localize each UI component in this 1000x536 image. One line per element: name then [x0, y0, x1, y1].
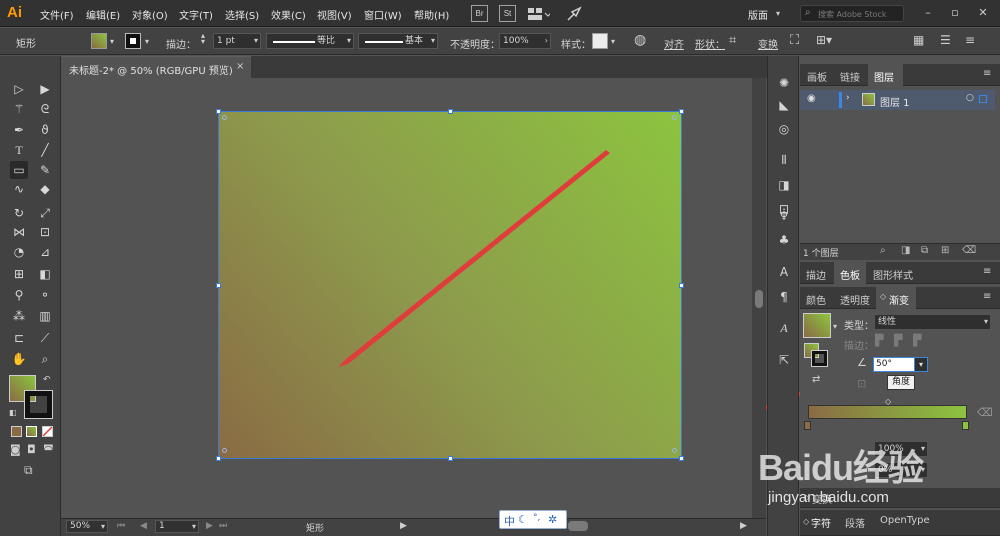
pathfinder-icon[interactable]: ◨ — [776, 177, 792, 193]
gradient-type-label: 类型： — [844, 321, 874, 332]
gradient-preview-swatch[interactable] — [803, 313, 831, 338]
watermark-url: jingyan.baidu.com — [768, 489, 889, 506]
locate-object-icon[interactable]: ⌕ — [880, 245, 886, 256]
appearance-icon[interactable]: ◎ — [776, 121, 792, 137]
gradient-type-select[interactable]: 线性 ▾ — [874, 314, 991, 330]
expand-layer-icon[interactable]: › — [846, 93, 850, 103]
horizontal-scroll-thumb[interactable] — [568, 521, 588, 531]
status-menu-icon[interactable]: ▶ — [400, 521, 407, 531]
aspect-ratio-icon[interactable]: ⊡ — [857, 377, 866, 390]
ime-language-toggle[interactable]: 中 — [504, 513, 515, 529]
symbols-icon[interactable]: ♣ — [776, 232, 792, 248]
ime-moon-icon[interactable]: ☾ — [518, 513, 528, 526]
diagonal-arrow-annotation — [338, 150, 610, 367]
apply-gradient-within-stroke-icon[interactable]: ▛ — [875, 334, 883, 347]
baidu-watermark: Baidu经验 jingyan.baidu.com — [750, 425, 1000, 525]
tab-artboards[interactable]: 画板 — [807, 69, 827, 84]
chevron-down-icon: ▾ — [983, 317, 988, 326]
paragraph-styles-icon[interactable]: ¶ — [776, 289, 792, 305]
tab-links[interactable]: 链接 — [840, 69, 860, 84]
angle-chevron-icon[interactable]: ▾ — [914, 357, 928, 372]
gradient-preset-chevron-icon[interactable]: ▾ — [833, 322, 837, 331]
tab-gradient[interactable]: 渐变 — [889, 292, 909, 307]
character-styles-icon[interactable]: A — [776, 264, 792, 280]
gradient-slider[interactable] — [808, 405, 967, 419]
reverse-gradient-icon[interactable]: ⇄ — [812, 374, 820, 385]
previous-artboard-icon[interactable]: ◀ — [140, 521, 147, 531]
apply-gradient-along-stroke-icon[interactable]: ▛ — [894, 334, 902, 347]
next-artboard-icon[interactable]: ▶ — [206, 521, 213, 531]
scroll-right-icon[interactable]: ▶ — [740, 521, 747, 531]
tab-color[interactable]: 颜色 — [806, 292, 826, 307]
color-panel-icon[interactable]: ◣ — [776, 97, 792, 113]
panel-menu-icon[interactable]: ≡ — [983, 291, 991, 302]
brushes-icon[interactable]: ♆ — [776, 208, 792, 224]
layer-row[interactable]: ◉ › 图层 1 ○ — [800, 90, 995, 110]
ime-toolbar[interactable]: 中 ☾ °, ✲ — [499, 510, 567, 529]
color-guide-icon[interactable]: ✺ — [776, 75, 792, 91]
visibility-eye-icon[interactable]: ◉ — [807, 93, 816, 104]
panel-menu-icon[interactable]: ≡ — [983, 266, 991, 277]
ime-settings-icon[interactable]: ✲ — [548, 513, 557, 526]
zoom-field[interactable]: 50% ▾ — [66, 520, 108, 533]
watermark-brand: Baidu经验 — [758, 447, 924, 488]
stroke-gradient-label: 描边： — [844, 341, 874, 352]
tab-graphic-styles[interactable]: 图形样式 — [873, 267, 913, 282]
gradient-angle-input[interactable]: 50° — [873, 357, 915, 372]
layer-name[interactable]: 图层 1 — [880, 94, 910, 109]
delete-stop-icon[interactable]: ⌫ — [977, 406, 993, 419]
selection-indicator[interactable] — [979, 95, 987, 103]
tab-layers[interactable]: 图层 — [874, 69, 894, 84]
first-artboard-icon[interactable]: ⏮ — [117, 521, 125, 531]
artboard-number-field[interactable]: 1 ▾ — [155, 520, 199, 533]
tab-stroke[interactable]: 描边 — [806, 267, 826, 282]
apply-gradient-across-stroke-icon[interactable]: ▛ — [913, 334, 921, 347]
gradient-stroke-box[interactable] — [811, 350, 828, 367]
target-icon[interactable]: ○ — [966, 93, 974, 103]
tab-options-icon[interactable]: ◇ — [880, 292, 886, 301]
export-assets-icon[interactable]: ⇱ — [776, 352, 792, 368]
status-tool-name: 矩形 — [306, 524, 325, 534]
ime-punctuation-icon[interactable]: °, — [533, 513, 540, 523]
tab-transparency[interactable]: 透明度 — [840, 292, 870, 307]
delete-layer-icon[interactable]: ⌫ — [962, 245, 976, 256]
align-panel-icon[interactable]: ⫴ — [776, 152, 792, 168]
angle-tooltip: 角度 — [887, 375, 915, 390]
last-artboard-icon[interactable]: ⏭ — [219, 521, 227, 531]
new-layer-icon[interactable]: ⊞ — [941, 245, 949, 256]
layer-thumbnail — [862, 93, 875, 106]
vertical-scroll-thumb[interactable] — [755, 290, 763, 308]
tab-swatches[interactable]: 色板 — [840, 267, 860, 282]
create-sublayer-icon[interactable]: ⧉ — [921, 245, 928, 256]
make-clipping-mask-icon[interactable]: ◨ — [901, 245, 910, 256]
glyphs-icon[interactable]: A — [776, 320, 792, 336]
panel-menu-icon[interactable]: ≡ — [983, 68, 991, 79]
angle-icon: ∠ — [857, 356, 867, 369]
layer-color-bar — [839, 92, 842, 108]
layer-count: 1 个图层 — [803, 249, 839, 259]
